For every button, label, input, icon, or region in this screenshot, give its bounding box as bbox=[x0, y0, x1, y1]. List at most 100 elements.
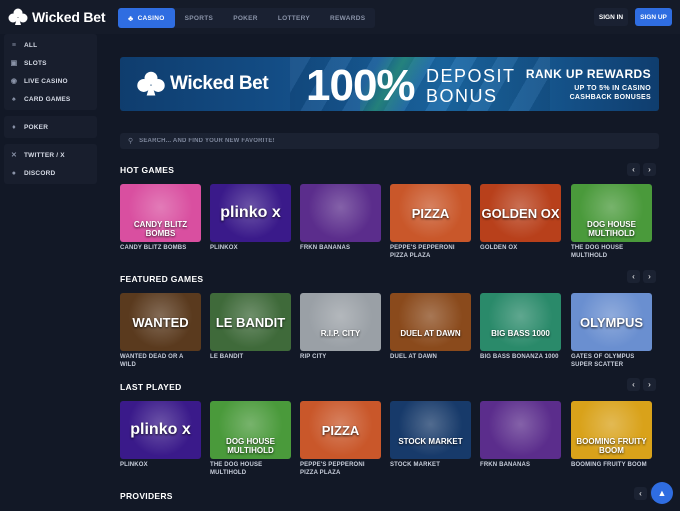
prev-arrow-button[interactable]: ‹ bbox=[627, 163, 640, 176]
sidebar-item-slots[interactable]: ▣ SLOTS bbox=[4, 54, 97, 72]
game-thumbnail[interactable]: DOG HOUSE MULTIHOLD bbox=[210, 401, 291, 459]
game-thumbnail[interactable]: WANTED bbox=[120, 293, 201, 351]
game-name: THE DOG HOUSE MULTIHOLD bbox=[210, 462, 263, 476]
game-thumbnail[interactable] bbox=[480, 401, 561, 459]
slots-icon: ▣ bbox=[10, 60, 18, 67]
prev-arrow-button[interactable]: ‹ bbox=[627, 270, 640, 283]
game-card[interactable]: PIZZA PEPPE'S PEPPERONI PIZZA PLAZA bbox=[390, 184, 471, 260]
game-thumbnail[interactable]: STOCK MARKET bbox=[390, 401, 471, 459]
game-thumbnail[interactable]: DUEL AT DAWN bbox=[390, 293, 471, 351]
sidebar-item-discord[interactable]: ● DISCORD bbox=[4, 164, 97, 182]
prev-arrow-button[interactable]: ‹ bbox=[634, 487, 647, 500]
poker-icon: ♦ bbox=[12, 123, 16, 131]
sidebar-item-label: LIVE CASINO bbox=[24, 77, 68, 85]
game-card[interactable]: FRKN BANANAS bbox=[300, 184, 381, 252]
tab-lottery[interactable]: LOTTERY bbox=[268, 8, 320, 28]
sidebar-item-label: DISCORD bbox=[24, 169, 56, 177]
sidebar: ≡ ALL ▣ SLOTS ◉ LIVE CASINO ♠ CARD GAMES… bbox=[4, 34, 97, 190]
club-logo-icon bbox=[8, 8, 28, 25]
game-card[interactable]: PIZZA PEPPE'S PEPPERONI PIZZA PLAZA bbox=[300, 401, 381, 477]
game-card[interactable]: STOCK MARKET STOCK MARKET bbox=[390, 401, 471, 469]
x-icon: ✕ bbox=[10, 152, 18, 159]
game-thumbnail[interactable]: LE BANDIT bbox=[210, 293, 291, 351]
next-arrow-button[interactable]: › bbox=[643, 270, 656, 283]
tab-poker[interactable]: POKER bbox=[223, 8, 268, 28]
game-thumbnail[interactable]: BIG BASS 1000 bbox=[480, 293, 561, 351]
sidebar-group-poker: ♦ POKER bbox=[4, 116, 97, 138]
game-card[interactable]: DOG HOUSE MULTIHOLD THE DOG HOUSE MULTIHO… bbox=[210, 401, 291, 477]
sidebar-item-card-games[interactable]: ♠ CARD GAMES bbox=[4, 90, 97, 108]
chevron-left-icon: ‹ bbox=[632, 165, 635, 174]
promo-banner[interactable]: Wicked Bet 100% DEPOSIT BONUS RANK UP RE… bbox=[120, 57, 659, 111]
sign-in-button[interactable]: SIGN IN bbox=[594, 8, 628, 26]
game-thumbnail[interactable] bbox=[300, 184, 381, 242]
featured-games-title: FEATURED GAMES bbox=[120, 274, 204, 284]
tab-sports[interactable]: SPORTS bbox=[175, 8, 224, 28]
tab-rewards[interactable]: REWARDS bbox=[320, 8, 375, 28]
sidebar-item-all[interactable]: ≡ ALL bbox=[4, 36, 97, 54]
game-card[interactable]: FRKN BANANAS bbox=[480, 401, 561, 469]
game-card[interactable]: LE BANDIT LE BANDIT bbox=[210, 293, 291, 361]
game-card[interactable]: CANDY BLITZ BOMBS CANDY BLITZ BOMBS bbox=[120, 184, 201, 252]
sidebar-item-live-casino[interactable]: ◉ LIVE CASINO bbox=[4, 72, 97, 90]
banner-percent: 100% bbox=[306, 61, 416, 110]
banner-sub1: UP TO 5% IN CASINO bbox=[574, 85, 651, 92]
search-input[interactable] bbox=[139, 138, 540, 144]
game-card[interactable]: R.I.P. CITY RIP CITY bbox=[300, 293, 381, 361]
sidebar-item-label: CARD GAMES bbox=[24, 95, 71, 103]
game-art-title: BIG BASS 1000 bbox=[491, 329, 550, 338]
last-played-title: LAST PLAYED bbox=[120, 382, 182, 392]
game-name: GATES OF OLYMPUS SUPER SCATTER bbox=[571, 354, 635, 368]
game-thumbnail[interactable]: plinko x bbox=[210, 184, 291, 242]
game-thumbnail[interactable]: R.I.P. CITY bbox=[300, 293, 381, 351]
chevron-right-icon: › bbox=[648, 165, 651, 174]
game-name: FRKN BANANAS bbox=[300, 245, 351, 251]
sign-up-button[interactable]: SIGN UP bbox=[635, 8, 672, 26]
banner-rank-sub: UP TO 5% IN CASINO CASHBACK BONUSES bbox=[570, 84, 651, 102]
game-thumbnail[interactable]: BOOMING FRUITY BOOM bbox=[571, 401, 652, 459]
game-name: DUEL AT DAWN bbox=[390, 354, 438, 360]
casino-icon: ♣ bbox=[128, 13, 134, 23]
game-thumbnail[interactable]: DOG HOUSE MULTIHOLD bbox=[571, 184, 652, 242]
game-card[interactable]: WANTED WANTED DEAD OR A WILD bbox=[120, 293, 201, 369]
game-card[interactable]: DOG HOUSE MULTIHOLD THE DOG HOUSE MULTIHO… bbox=[571, 184, 652, 260]
brand-name: Wicked Bet bbox=[32, 9, 106, 25]
next-arrow-button[interactable]: › bbox=[643, 378, 656, 391]
game-name: FRKN BANANAS bbox=[480, 462, 531, 468]
game-thumbnail[interactable]: GOLDEN OX bbox=[480, 184, 561, 242]
game-card[interactable]: BOOMING FRUITY BOOM BOOMING FRUITY BOOM bbox=[571, 401, 652, 469]
game-thumbnail[interactable]: CANDY BLITZ BOMBS bbox=[120, 184, 201, 242]
brand-logo[interactable]: Wicked Bet bbox=[8, 8, 106, 26]
game-art-title: CANDY BLITZ BOMBS bbox=[133, 220, 188, 238]
game-art-title: DOG HOUSE MULTIHOLD bbox=[226, 437, 275, 455]
game-thumbnail[interactable]: PIZZA bbox=[390, 184, 471, 242]
banner-line2: BONUS bbox=[426, 86, 498, 106]
game-card[interactable]: GOLDEN OX GOLDEN OX bbox=[480, 184, 561, 252]
game-card[interactable]: plinko x PLINKOX bbox=[210, 184, 291, 252]
search-icon: ⚲ bbox=[128, 138, 134, 145]
help-button[interactable]: ▲ bbox=[651, 482, 673, 504]
chevron-left-icon: ‹ bbox=[632, 380, 635, 389]
sidebar-item-label: SLOTS bbox=[24, 59, 47, 67]
sidebar-item-label: TWITTER / X bbox=[24, 151, 65, 159]
game-card[interactable]: BIG BASS 1000 BIG BASS BONANZA 1000 bbox=[480, 293, 561, 361]
next-arrow-button[interactable]: › bbox=[643, 163, 656, 176]
game-card[interactable]: DUEL AT DAWN DUEL AT DAWN bbox=[390, 293, 471, 361]
sidebar-item-poker[interactable]: ♦ POKER bbox=[4, 118, 97, 136]
game-card[interactable]: OLYMPUS GATES OF OLYMPUS SUPER SCATTER bbox=[571, 293, 652, 369]
game-card[interactable]: plinko x PLINKOX bbox=[120, 401, 201, 469]
game-art-title: plinko x bbox=[130, 421, 191, 438]
game-thumbnail[interactable]: plinko x bbox=[120, 401, 201, 459]
game-art-title: STOCK MARKET bbox=[398, 437, 463, 446]
banner-sub2: CASHBACK BONUSES bbox=[569, 94, 651, 101]
featured-games-arrows: ‹ › bbox=[624, 270, 656, 283]
game-art-title: R.I.P. CITY bbox=[320, 329, 361, 338]
prev-arrow-button[interactable]: ‹ bbox=[627, 378, 640, 391]
game-name: RIP CITY bbox=[300, 354, 327, 360]
hot-games-arrows: ‹ › bbox=[624, 163, 656, 176]
game-thumbnail[interactable]: PIZZA bbox=[300, 401, 381, 459]
tab-casino[interactable]: ♣ CASINO bbox=[118, 8, 175, 28]
chevron-right-icon: › bbox=[648, 380, 651, 389]
game-thumbnail[interactable]: OLYMPUS bbox=[571, 293, 652, 351]
sidebar-item-twitter[interactable]: ✕ TWITTER / X bbox=[4, 146, 97, 164]
